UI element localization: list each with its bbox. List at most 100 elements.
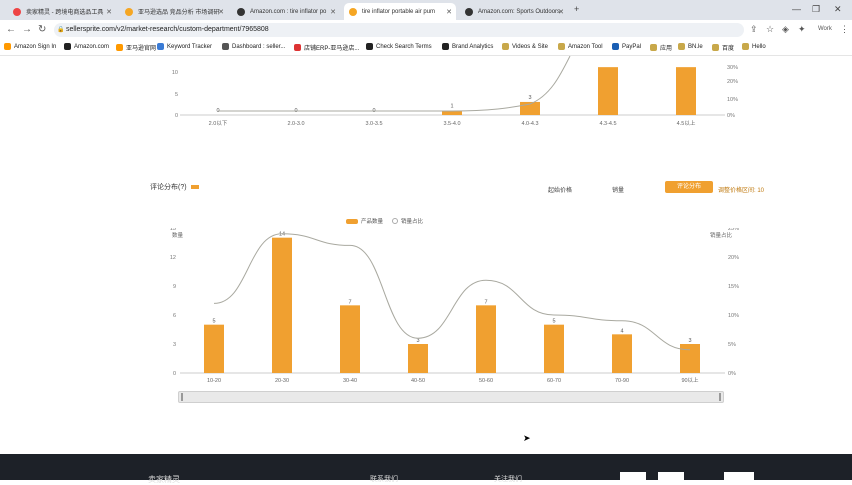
info-icon xyxy=(190,185,199,189)
bar xyxy=(598,67,618,115)
legend-item-products[interactable]: 产品数量 xyxy=(346,217,383,225)
footer-follow[interactable]: 关注我们 xyxy=(494,474,522,484)
new-tab-button[interactable]: + xyxy=(574,4,579,14)
bar xyxy=(476,305,496,373)
bookmark-folder[interactable]: Amazon Tool xyxy=(558,43,603,50)
bookmark-folder[interactable]: Videos & Site xyxy=(502,43,548,50)
y2-tick-label: 15% xyxy=(728,284,739,290)
bookmark-item[interactable]: Check Search Terms xyxy=(366,43,432,50)
close-window-icon[interactable]: ✕ xyxy=(834,4,842,15)
bar xyxy=(204,324,224,373)
amazon-favicon-icon xyxy=(465,7,473,16)
y-tick-label: 12 xyxy=(170,255,176,261)
bar-value-label: 3 xyxy=(528,95,531,101)
x-tick-label: 4.3-4.5 xyxy=(599,121,616,127)
bookmark-folder[interactable]: 应用 xyxy=(650,43,672,52)
bookmark-folder[interactable]: 百度 xyxy=(712,43,734,52)
x-tick-label: 70-90 xyxy=(615,378,629,384)
bookmark-item[interactable]: Keyword Tracker xyxy=(157,43,212,50)
bar-value-label: 1 xyxy=(450,104,453,110)
bookmark-item[interactable]: 店铺ERP-亚马逊店... xyxy=(294,43,359,52)
adjust-price-range-link[interactable]: 调整价格区间: 10 xyxy=(718,185,764,194)
page-footer: 卖家精灵 联系我们 关注我们 xyxy=(0,454,852,484)
address-bar[interactable]: 🔒 sellersprite.com/v2/market-research/cu… xyxy=(54,23,744,37)
y2-tick-label: 10% xyxy=(727,97,738,103)
bar xyxy=(612,334,632,373)
bar-value-label: 5 xyxy=(212,319,215,325)
sales-share-line xyxy=(218,56,571,112)
bar-value-label: 4 xyxy=(620,328,623,334)
browser-tab[interactable]: Amazon.com: Sports Outdoors ✕ xyxy=(460,3,568,20)
bar-value-label: 3 xyxy=(688,338,691,344)
bar xyxy=(680,344,700,373)
qr-code-icon xyxy=(620,472,646,480)
back-icon[interactable]: ← xyxy=(6,24,16,35)
url-text: sellersprite.com/v2/market-research/cust… xyxy=(66,26,269,33)
y-tick-label: 3 xyxy=(173,342,176,348)
extensions-puzzle-icon[interactable]: ✦ xyxy=(798,24,806,35)
qr-code-icon xyxy=(658,472,684,480)
minimize-icon[interactable]: — xyxy=(792,4,801,14)
bookmark-item[interactable]: PayPal xyxy=(612,43,641,50)
forward-icon[interactable]: → xyxy=(22,24,32,35)
y2-tick-label: 20% xyxy=(728,255,739,261)
close-tab-icon[interactable]: ✕ xyxy=(330,8,336,16)
close-tab-icon[interactable]: ✕ xyxy=(218,8,224,16)
close-tab-icon[interactable]: ✕ xyxy=(106,8,112,16)
bookmark-folder[interactable]: Hello xyxy=(742,43,766,50)
y-tick-label: 6 xyxy=(173,313,176,319)
bookmark-item[interactable]: Brand Analytics xyxy=(442,43,493,50)
bar-value-label: 7 xyxy=(348,299,351,305)
reload-icon[interactable]: ↻ xyxy=(38,24,46,35)
review-distribution-tab[interactable]: 评论分布 xyxy=(665,181,713,193)
bookmark-folder[interactable]: BN.le xyxy=(678,43,703,50)
bookmark-item[interactable]: Amazon.com xyxy=(64,43,109,50)
bar xyxy=(408,344,428,373)
browser-tab-active[interactable]: tire inflator portable air pum ✕ xyxy=(344,3,456,20)
browser-tab[interactable]: 卖家精灵 - 跨境电商选品工具 ✕ xyxy=(8,3,116,20)
footer-contact[interactable]: 联系我们 xyxy=(370,474,398,484)
x-tick-label: 90以上 xyxy=(681,376,699,384)
range-handle-right[interactable] xyxy=(719,393,721,401)
bookmark-star-icon[interactable]: ☆ xyxy=(766,24,774,35)
browser-tab[interactable]: Amazon.com : tire inflator po ✕ xyxy=(232,3,340,20)
x-tick-label: 20-30 xyxy=(275,378,289,384)
bookmark-item[interactable]: 亚马逊官网 xyxy=(116,43,156,52)
y2-tick-label: 10% xyxy=(728,313,739,319)
share-icon[interactable]: ⇪ xyxy=(750,24,758,35)
qr-code-icon xyxy=(724,472,754,480)
bookmark-item[interactable]: Amazon Sign In xyxy=(4,43,56,50)
browser-tab[interactable]: 亚马逊选品 竞品分析 市场调研 ✕ xyxy=(120,3,228,20)
rating-distribution-chart: 105030%20%10%0%02.0以下02.0-3.003.0-3.513.… xyxy=(172,56,738,127)
bar-value-label: 14 xyxy=(279,232,285,238)
browser-tab-bar: 卖家精灵 - 跨境电商选品工具 ✕ 亚马逊选品 竞品分析 市场调研 ✕ Amaz… xyxy=(0,0,852,20)
legend-line-marker-icon xyxy=(392,218,398,224)
bar xyxy=(676,67,696,115)
extension-icon[interactable]: ◈ xyxy=(782,24,789,35)
profile-button[interactable]: Work xyxy=(818,26,832,32)
x-tick-label: 3.5-4.0 xyxy=(443,121,460,127)
x-tick-label: 60-70 xyxy=(547,378,561,384)
menu-icon[interactable]: ⋮ xyxy=(840,24,849,35)
x-tick-label: 4.0-4.3 xyxy=(521,121,538,127)
y-tick-label: 9 xyxy=(173,284,176,290)
y-axis-label: 数量 xyxy=(172,231,184,239)
legend-item-sales-share[interactable]: 销量占比 xyxy=(392,217,423,225)
bookmarks-bar: Amazon Sign In Amazon.com 亚马逊官网 Keyword … xyxy=(0,40,852,56)
x-tick-label: 10-20 xyxy=(207,378,221,384)
sales-tab[interactable]: 销量 xyxy=(612,185,624,194)
x-tick-label: 50-60 xyxy=(479,378,493,384)
lock-icon: 🔒 xyxy=(57,27,65,33)
y-tick-label: 5 xyxy=(175,92,178,98)
bar-value-label: 3 xyxy=(416,338,419,344)
bookmark-item[interactable]: Dashboard : seller... xyxy=(222,43,285,50)
chart-range-slider[interactable] xyxy=(178,391,724,403)
close-tab-icon[interactable]: ✕ xyxy=(558,8,564,16)
x-tick-label: 40-50 xyxy=(411,378,425,384)
y2-tick-label: 20% xyxy=(727,79,738,85)
range-handle-left[interactable] xyxy=(181,393,183,401)
close-tab-icon[interactable]: ✕ xyxy=(446,8,452,16)
mouse-cursor-icon: ➤ xyxy=(523,433,531,443)
restore-icon[interactable]: ❐ xyxy=(812,4,820,15)
x-tick-label: 3.0-3.5 xyxy=(365,121,382,127)
